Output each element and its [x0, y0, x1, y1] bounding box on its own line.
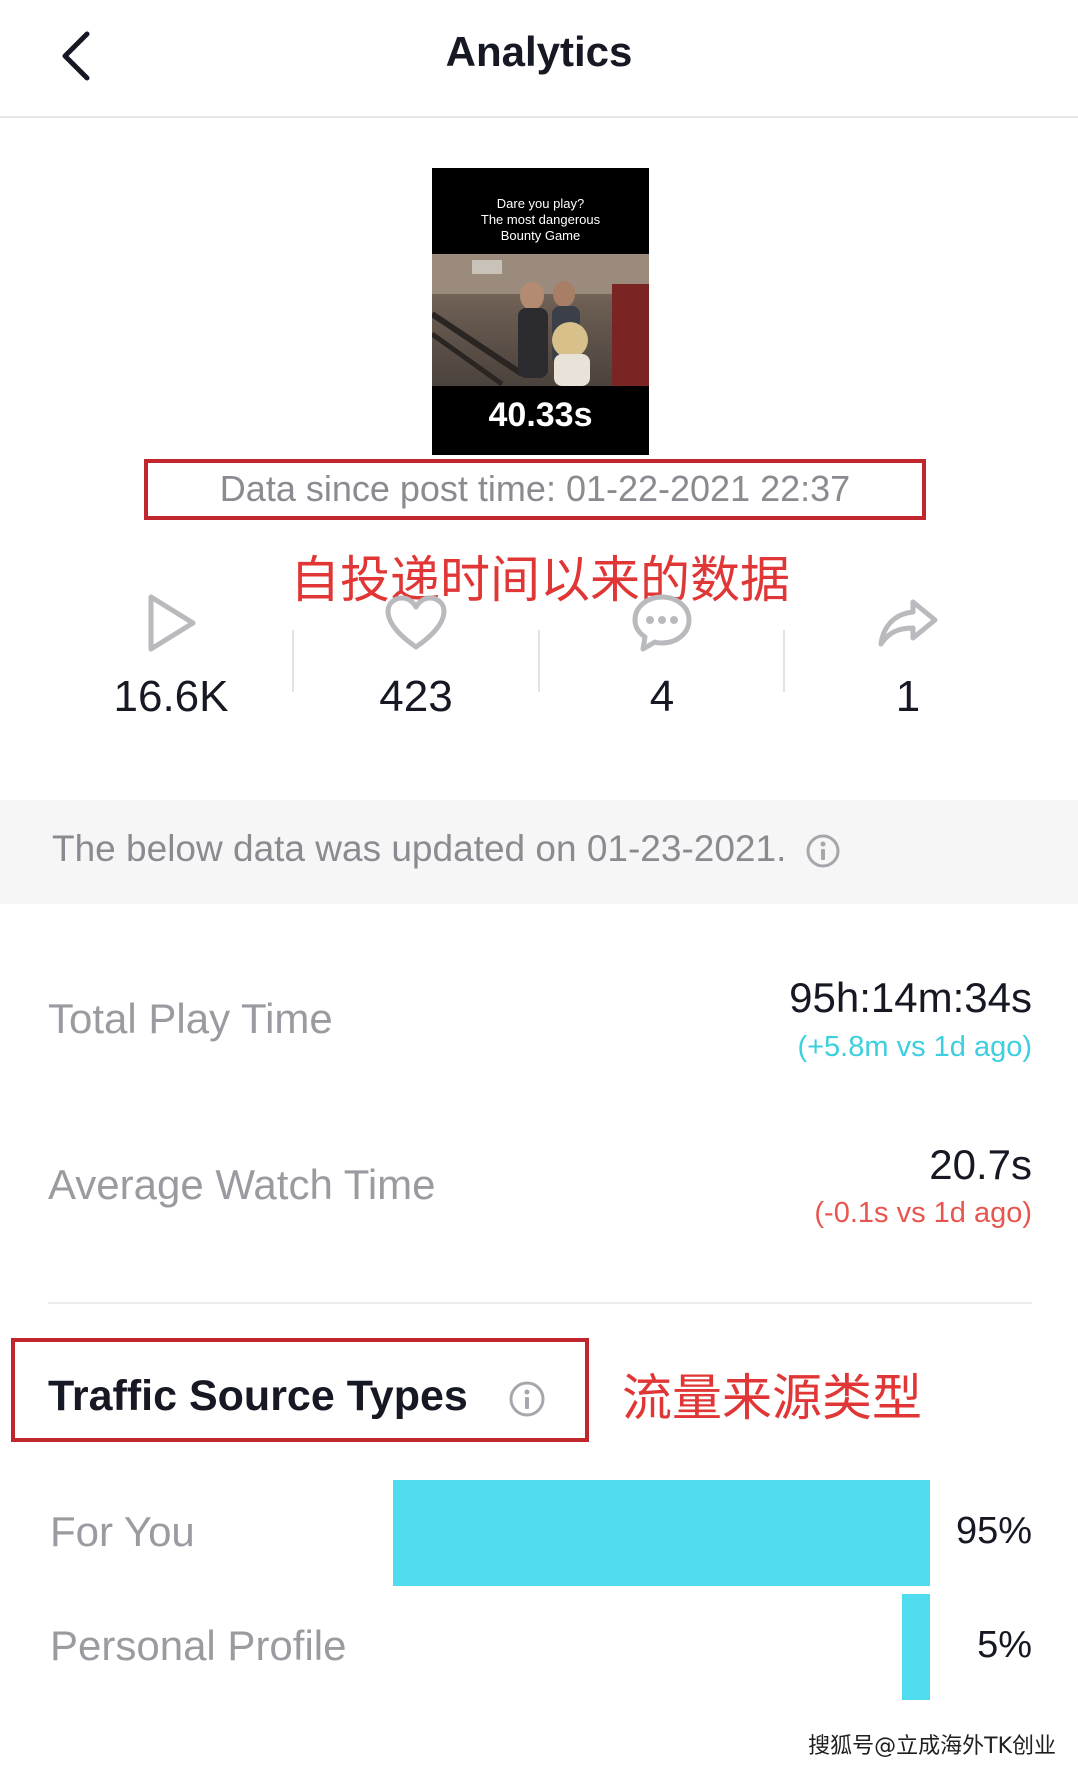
divider: [783, 630, 785, 692]
video-frame-image: [432, 254, 649, 386]
play-icon: [148, 594, 196, 652]
stat-value: 4: [649, 672, 675, 721]
source-percent-for-you: 95%: [955, 1510, 1032, 1552]
data-since-text: Data since post time: 01-22-2021 22:37: [219, 468, 851, 509]
traffic-section-title: Traffic Source Types: [48, 1372, 546, 1421]
stat-likes: 423: [331, 588, 501, 722]
page-title: Analytics: [445, 28, 633, 75]
stat-views: 16.6K: [86, 588, 256, 722]
stat-shares: 1: [823, 588, 993, 722]
avg-watch-time-label: Average Watch Time: [48, 1161, 436, 1208]
divider: [538, 630, 540, 692]
avg-watch-time-value: 20.7s: [929, 1141, 1032, 1188]
stat-comments: 4: [577, 588, 747, 722]
stat-value: 1: [895, 672, 921, 721]
total-play-time-label: Total Play Time: [48, 995, 333, 1042]
share-icon: [878, 599, 938, 647]
total-play-time-delta: (+5.8m vs 1d ago): [797, 1031, 1032, 1063]
source-percent-personal-profile: 5%: [977, 1624, 1032, 1666]
source-label-for-you: For You: [50, 1508, 195, 1555]
avg-watch-time-delta: (-0.1s vs 1d ago): [814, 1197, 1032, 1229]
heart-icon: [385, 595, 447, 650]
divider: [48, 1302, 1032, 1304]
source-bar-personal-profile: [902, 1594, 930, 1700]
video-duration: 40.33s: [488, 396, 593, 434]
annotation-traffic-cn: 流量来源类型: [622, 1369, 922, 1427]
source-bar-for-you: [393, 1480, 930, 1586]
updated-notice: The below data was updated on 01-23-2021…: [52, 828, 841, 870]
watermark: 搜狐号@立成海外TK创业: [808, 1734, 1056, 1759]
total-play-time-value: 95h:14m:34s: [789, 974, 1032, 1021]
divider: [292, 630, 294, 692]
comment-icon: [632, 594, 692, 652]
updated-notice-bar: The below data was updated on 01-23-2021…: [0, 800, 1078, 904]
video-caption: Dare you play? The most dangerous Bounty…: [480, 196, 601, 243]
source-label-personal-profile: Personal Profile: [50, 1622, 347, 1669]
info-icon[interactable]: [805, 833, 841, 869]
stat-value: 423: [379, 672, 453, 721]
stat-value: 16.6K: [113, 672, 229, 721]
app-header: Analytics: [0, 0, 1078, 118]
info-icon[interactable]: [508, 1380, 546, 1418]
video-thumbnail[interactable]: Dare you play? The most dangerous Bounty…: [432, 168, 649, 455]
